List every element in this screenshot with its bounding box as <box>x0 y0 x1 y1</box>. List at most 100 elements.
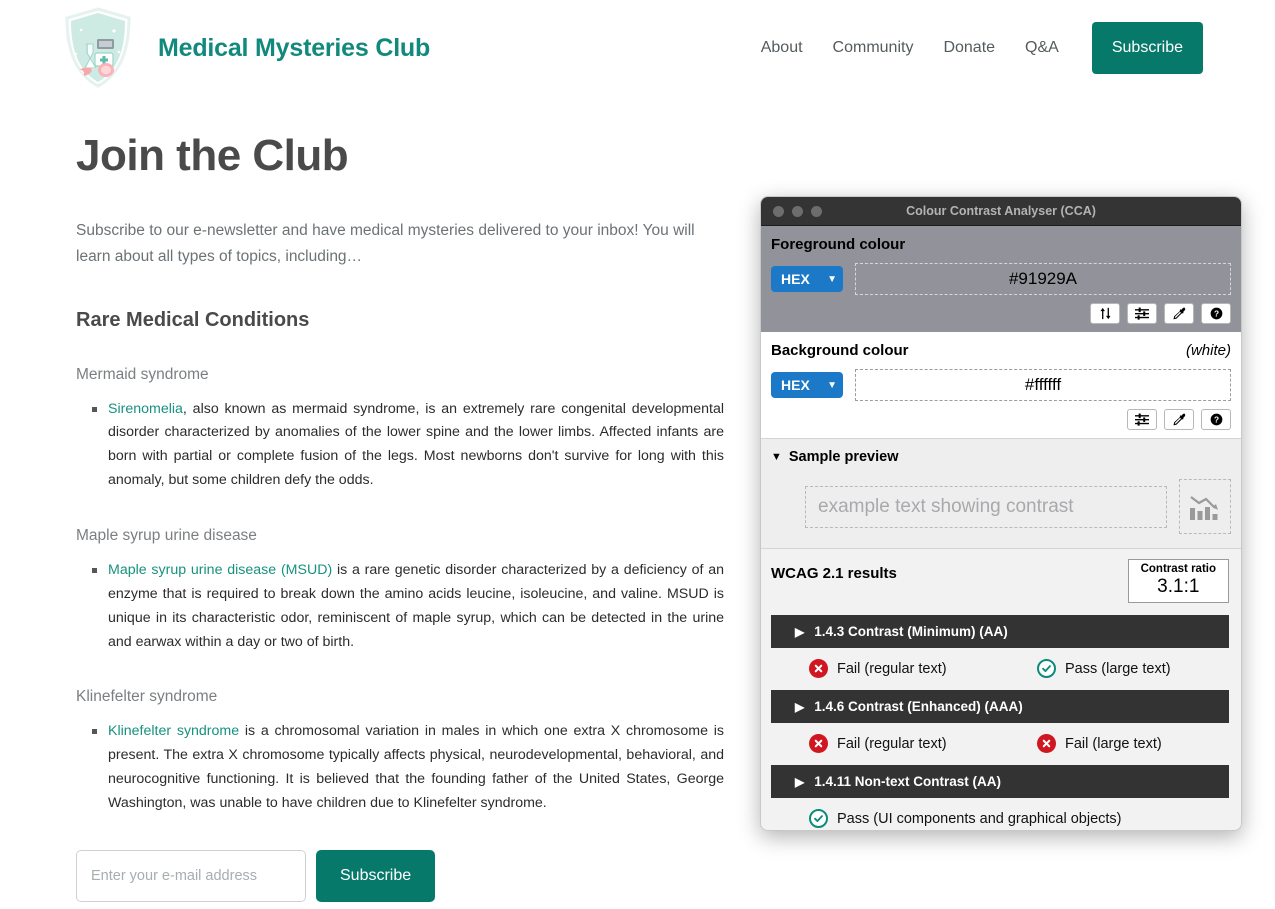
window-titlebar[interactable]: Colour Contrast Analyser (CCA) <box>761 197 1241 226</box>
condition-list-klinefelter: Klinefelter syndrome is a chromosomal va… <box>76 720 726 815</box>
help-icon[interactable]: ? <box>1201 409 1231 430</box>
list-item: Sirenomelia, also known as mermaid syndr… <box>92 398 724 493</box>
main-nav: About Community Donate Q&A Subscribe <box>746 22 1203 74</box>
criterion-146-regular-result: Fail (regular text) <box>809 734 1037 754</box>
condition-link-sirenomelia[interactable]: Sirenomelia <box>108 401 183 417</box>
medical-shield-logo <box>62 6 134 90</box>
condition-list-msud: Maple syrup urine disease (MSUD) is a ra… <box>76 559 726 654</box>
criterion-143-title: 1.4.3 Contrast (Minimum) (AA) <box>814 624 1008 640</box>
nav-item-qa[interactable]: Q&A <box>1010 22 1074 74</box>
triangle-down-icon: ▼ <box>771 451 782 463</box>
window-controls[interactable] <box>773 205 822 217</box>
criterion-146-results: Fail (regular text) Fail (large text) <box>771 734 1229 754</box>
result-text: Pass (large text) <box>1065 660 1171 677</box>
header-subscribe-button[interactable]: Subscribe <box>1091 22 1203 74</box>
close-button[interactable] <box>773 205 784 217</box>
sample-preview-label: Sample preview <box>788 449 899 465</box>
result-text: Fail (large text) <box>1065 735 1162 752</box>
maximize-button[interactable] <box>811 205 822 217</box>
newsletter-form: Subscribe <box>76 849 726 902</box>
sample-preview-row: example text showing contrast <box>805 479 1231 534</box>
triangle-right-icon: ▶ <box>795 699 805 714</box>
foreground-format-select[interactable]: HEX ▼ <box>771 266 843 292</box>
sample-preview-section: ▼ Sample preview example text showing co… <box>761 438 1241 549</box>
newsletter-subscribe-button[interactable]: Subscribe <box>316 849 436 902</box>
brand[interactable]: Medical Mysteries Club <box>62 6 430 90</box>
foreground-format-value: HEX <box>781 271 810 287</box>
svg-text:?: ? <box>1213 415 1218 425</box>
email-input[interactable] <box>76 849 306 902</box>
list-item: Maple syrup urine disease (MSUD) is a ra… <box>92 559 724 654</box>
list-item: Klinefelter syndrome is a chromosomal va… <box>92 720 724 815</box>
criterion-146-header[interactable]: ▶ 1.4.6 Contrast (Enhanced) (AAA) <box>771 690 1229 724</box>
foreground-section: Foreground colour HEX ▼ #91929A ? <box>761 226 1241 332</box>
result-text: Fail (regular text) <box>837 660 947 677</box>
help-icon[interactable]: ? <box>1201 303 1231 324</box>
page-title: Join the Club <box>76 131 349 180</box>
wcag-results-title: WCAG 2.1 results <box>771 565 897 582</box>
eyedropper-icon[interactable] <box>1164 303 1194 324</box>
condition-body: , also known as mermaid syndrome, is an … <box>108 400 724 489</box>
result-text: Pass (UI components and graphical object… <box>837 810 1122 827</box>
intro-paragraph: Subscribe to our e-newsletter and have m… <box>76 222 695 265</box>
condition-heading-klinefelter: Klinefelter syndrome <box>76 688 218 706</box>
minimize-button[interactable] <box>792 205 803 217</box>
sliders-icon[interactable] <box>1127 409 1157 430</box>
section-title: Rare Medical Conditions <box>76 308 310 331</box>
criterion-1411-header[interactable]: ▶ 1.4.11 Non-text Contrast (AA) <box>771 765 1229 799</box>
colour-contrast-analyser-window[interactable]: Colour Contrast Analyser (CCA) Foregroun… <box>760 196 1242 831</box>
background-color-row: HEX ▼ #ffffff <box>771 369 1231 401</box>
foreground-color-input[interactable]: #91929A <box>855 263 1231 295</box>
declining-bar-chart-icon <box>1179 479 1231 534</box>
criterion-1411-result: Pass (UI components and graphical object… <box>809 809 1122 829</box>
site-header: Medical Mysteries Club About Community D… <box>0 0 1275 96</box>
wcag-results-header: WCAG 2.1 results Contrast ratio 3.1:1 <box>771 559 1229 604</box>
criterion-143-large-result: Pass (large text) <box>1037 659 1171 679</box>
criterion-143-regular-result: Fail (regular text) <box>809 659 1037 679</box>
background-section: Background colour (white) HEX ▼ #ffffff <box>761 332 1241 438</box>
sample-preview-disclosure[interactable]: ▼ Sample preview <box>771 449 1231 465</box>
background-header: Background colour (white) <box>771 342 1231 359</box>
fail-icon <box>809 734 828 754</box>
foreground-color-row: HEX ▼ #91929A <box>771 263 1231 295</box>
result-text: Fail (regular text) <box>837 735 947 752</box>
condition-link-klinefelter[interactable]: Klinefelter syndrome <box>108 723 239 739</box>
brand-title: Medical Mysteries Club <box>158 33 431 62</box>
nav-item-about[interactable]: About <box>746 22 818 74</box>
nav-item-community[interactable]: Community <box>818 22 929 74</box>
contrast-ratio-box: Contrast ratio 3.1:1 <box>1127 559 1229 604</box>
svg-text:?: ? <box>1213 309 1218 319</box>
criterion-143-header[interactable]: ▶ 1.4.3 Contrast (Minimum) (AA) <box>771 615 1229 649</box>
sliders-icon[interactable] <box>1127 303 1157 324</box>
nav-item-donate[interactable]: Donate <box>928 22 1010 74</box>
pass-icon <box>1037 659 1056 679</box>
condition-link-msud[interactable]: Maple syrup urine disease (MSUD) <box>108 562 332 578</box>
foreground-label: Foreground colour <box>771 236 906 253</box>
condition-heading-msud: Maple syrup urine disease <box>76 527 257 545</box>
background-color-input[interactable]: #ffffff <box>855 369 1231 401</box>
background-format-value: HEX <box>781 377 810 393</box>
contrast-ratio-value: 3.1:1 <box>1157 576 1200 598</box>
criterion-146-title: 1.4.6 Contrast (Enhanced) (AAA) <box>814 699 1023 715</box>
foreground-toolbar: ? <box>771 303 1231 324</box>
background-format-select[interactable]: HEX ▼ <box>771 372 843 398</box>
criterion-1411-title: 1.4.11 Non-text Contrast (AA) <box>814 774 1002 790</box>
condition-heading-mermaid: Mermaid syndrome <box>76 365 209 383</box>
triangle-right-icon: ▶ <box>795 624 805 639</box>
pass-icon <box>809 809 828 829</box>
swap-colours-icon[interactable] <box>1090 303 1120 324</box>
fail-icon <box>1037 734 1056 754</box>
wcag-results-section: WCAG 2.1 results Contrast ratio 3.1:1 ▶ … <box>761 549 1241 830</box>
criterion-1411-results: Pass (UI components and graphical object… <box>771 809 1229 829</box>
eyedropper-icon[interactable] <box>1164 409 1194 430</box>
page-root: Medical Mysteries Club About Community D… <box>0 0 1275 909</box>
contrast-ratio-label: Contrast ratio <box>1140 563 1216 575</box>
main-content: Join the Club Subscribe to our e-newslet… <box>76 131 726 909</box>
fail-icon <box>809 659 828 679</box>
window-title: Colour Contrast Analyser (CCA) <box>906 204 1096 218</box>
chevron-down-icon: ▼ <box>827 379 837 391</box>
foreground-header: Foreground colour <box>771 236 1231 253</box>
background-colour-name: (white) <box>1185 342 1231 359</box>
triangle-right-icon: ▶ <box>795 774 805 789</box>
sample-text: example text showing contrast <box>805 485 1167 528</box>
